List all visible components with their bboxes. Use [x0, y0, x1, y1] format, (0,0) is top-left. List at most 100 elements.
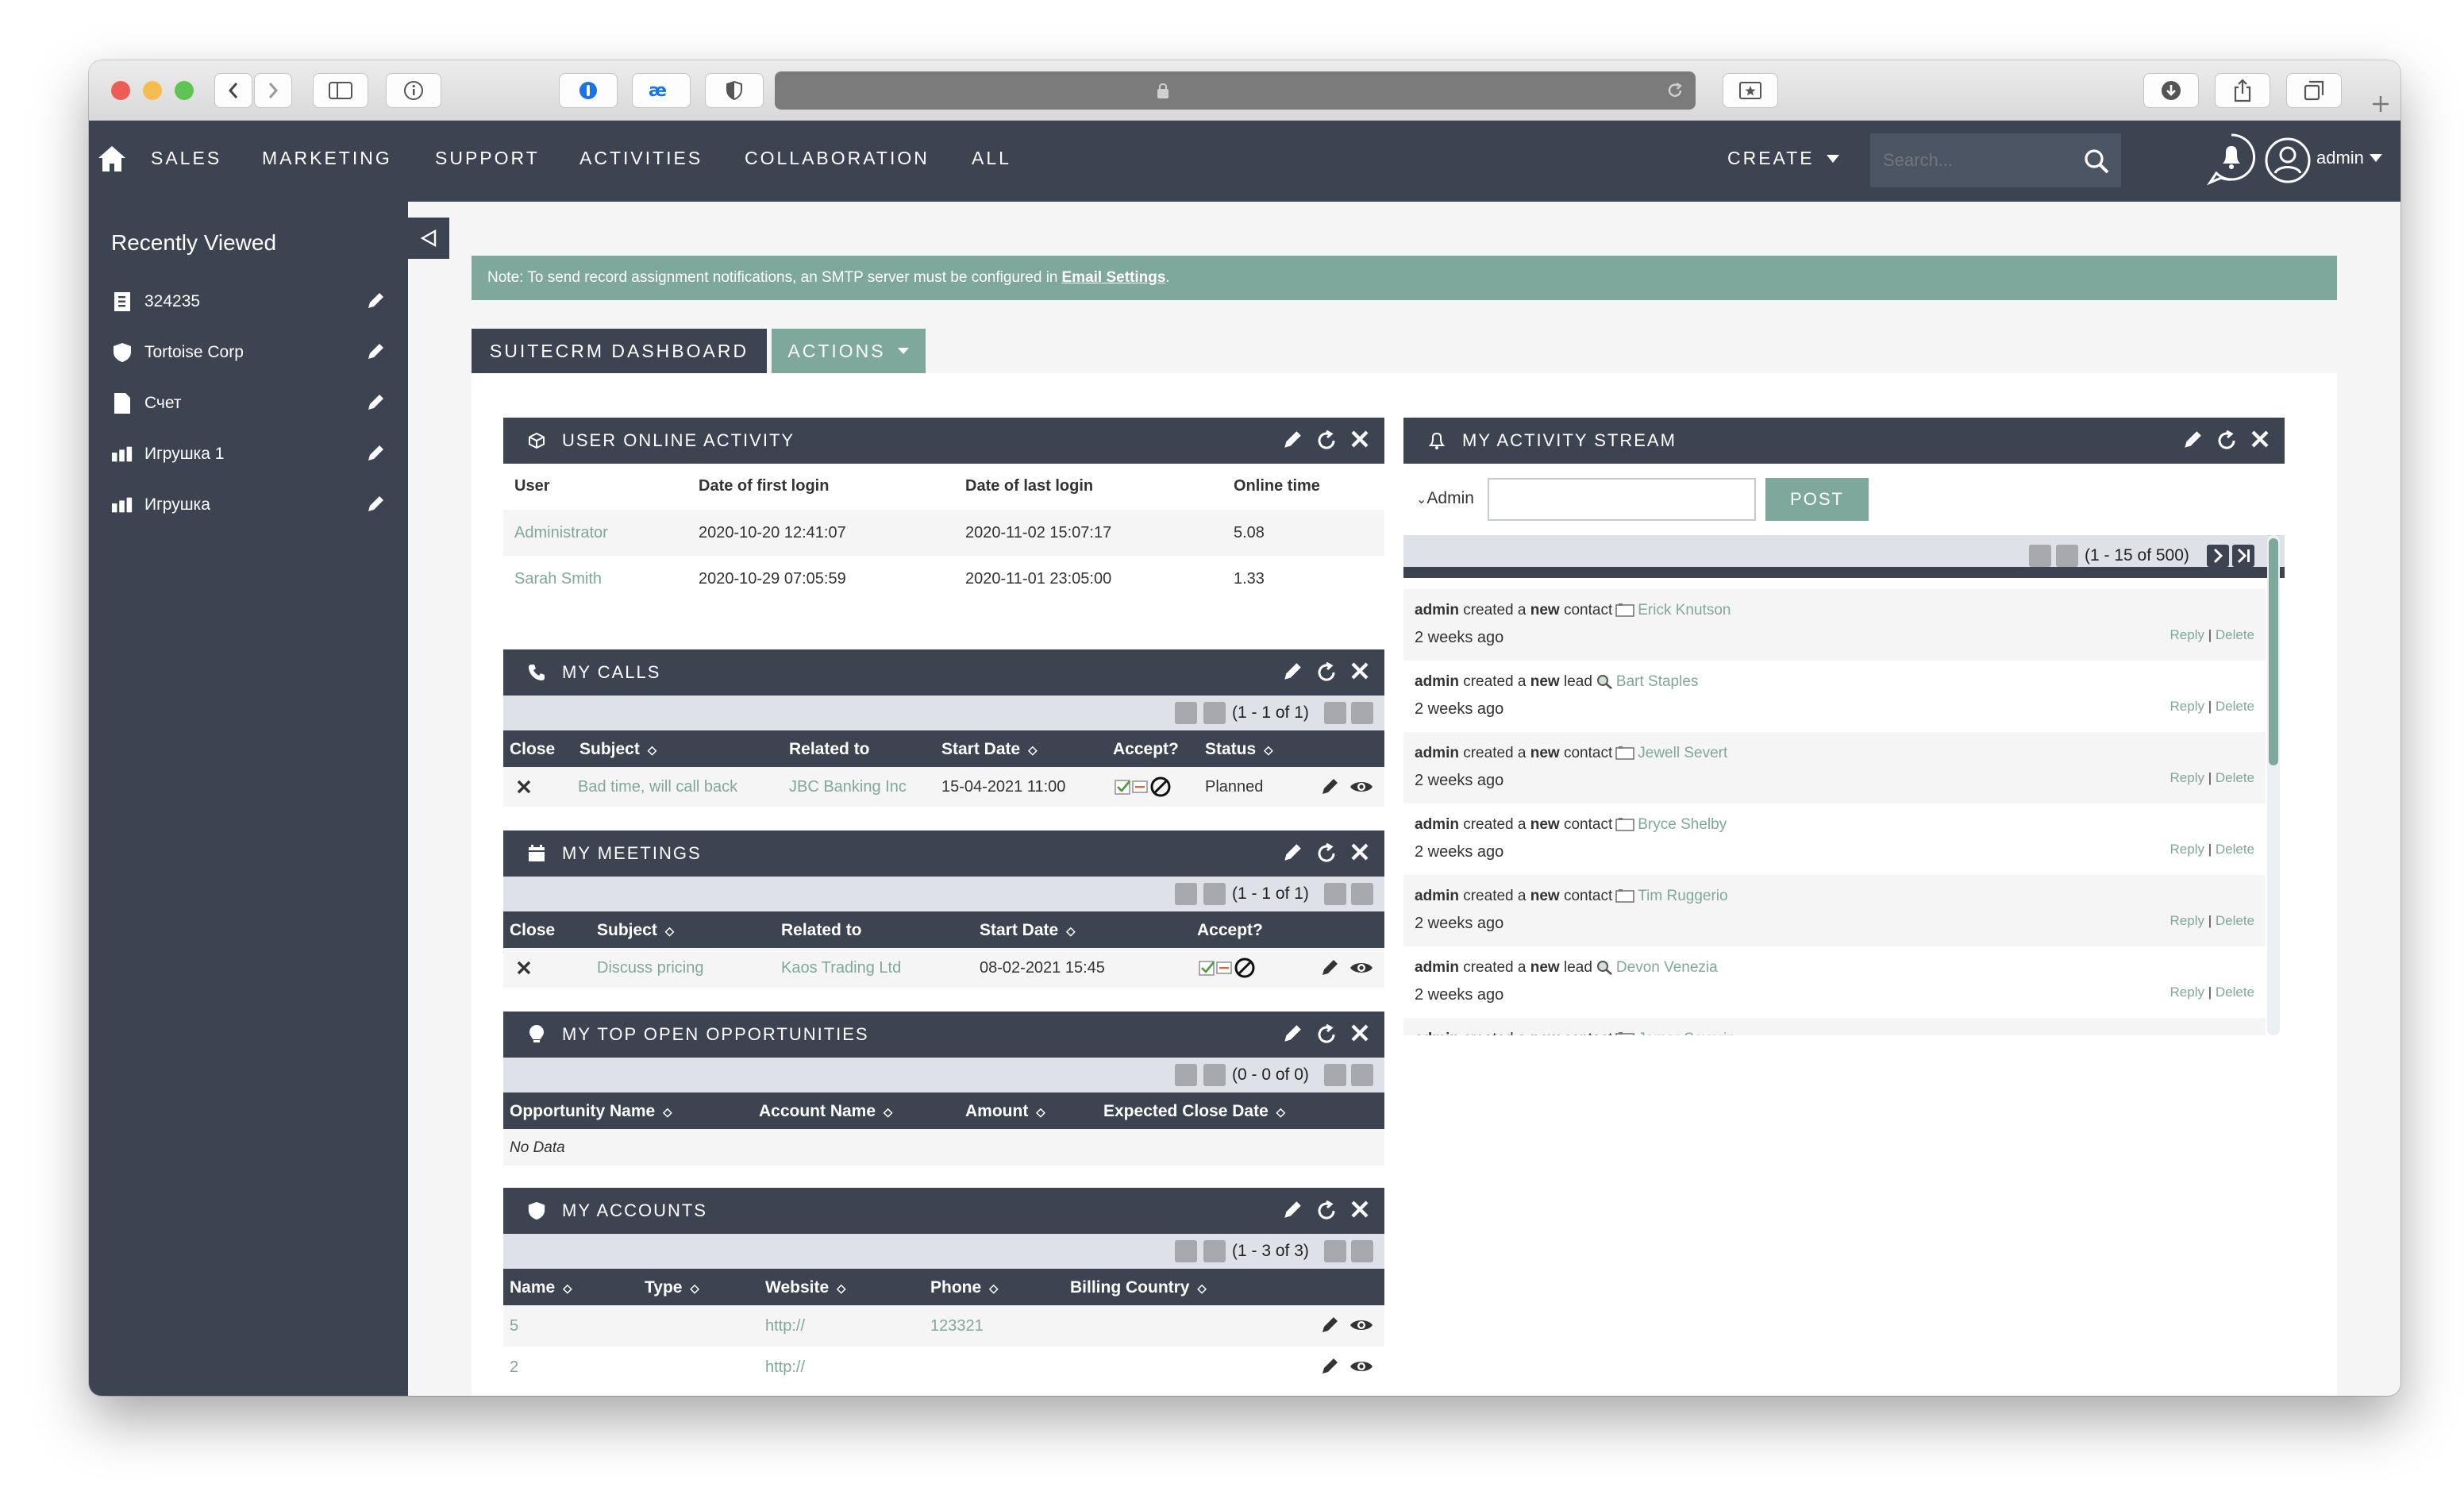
tab-actions[interactable]: ACTIONS — [772, 329, 926, 373]
sort-subject[interactable]: Subject ⬦ — [579, 740, 656, 759]
last-page-button[interactable] — [2232, 545, 2254, 567]
sort-amount[interactable]: Amount ⬦ — [965, 1102, 1045, 1121]
edit-pencil-icon[interactable] — [1281, 661, 1303, 683]
stream-target-link[interactable]: Erick Knutson — [1638, 602, 1731, 618]
decline-icon[interactable] — [1149, 776, 1172, 798]
view-eye-icon[interactable] — [1349, 1316, 1373, 1334]
sort-name[interactable]: Name ⬦ — [510, 1278, 572, 1297]
tabs-overview-button[interactable] — [2286, 73, 2342, 108]
edit-pencil-icon[interactable] — [365, 291, 386, 311]
close-icon[interactable] — [1349, 1023, 1370, 1043]
edit-pencil-icon[interactable] — [1319, 958, 1340, 978]
post-as-user[interactable]: ⌄Admin — [1416, 489, 1474, 508]
phone-link[interactable]: 123321 — [930, 1317, 984, 1335]
sort-start-date[interactable]: Start Date ⬦ — [980, 921, 1075, 940]
website-link[interactable]: http:// — [765, 1317, 805, 1335]
stream-target-link[interactable]: Tim Ruggerio — [1638, 888, 1727, 904]
related-to-link[interactable]: JBC Banking Inc — [789, 778, 907, 796]
delete-link[interactable]: Delete — [2216, 985, 2254, 1000]
stream-target-link[interactable]: Bart Staples — [1616, 673, 1699, 690]
search-input[interactable] — [1883, 150, 2081, 171]
accept-icon[interactable] — [1115, 778, 1132, 796]
edit-pencil-icon[interactable] — [365, 443, 386, 464]
sort-phone[interactable]: Phone ⬦ — [930, 1278, 998, 1297]
post-input[interactable] — [1488, 478, 1756, 521]
stream-target-link[interactable]: Devon Venezia — [1616, 959, 1718, 976]
close-icon[interactable] — [1349, 1199, 1370, 1220]
sort-account-name[interactable]: Account Name ⬦ — [759, 1102, 892, 1121]
reply-link[interactable]: Reply — [2170, 699, 2204, 714]
post-button[interactable]: POST — [1765, 478, 1869, 521]
user-menu[interactable]: admin — [2316, 148, 2383, 168]
notifications-icon[interactable] — [2205, 132, 2258, 189]
next-page-button[interactable] — [2207, 545, 2229, 567]
sort-subject[interactable]: Subject ⬦ — [597, 921, 674, 940]
last-page-button[interactable] — [1351, 883, 1373, 905]
refresh-icon[interactable] — [1315, 842, 1338, 865]
reply-link[interactable]: Reply — [2170, 913, 2204, 928]
address-bar[interactable] — [775, 71, 1696, 110]
user-link[interactable]: Administrator — [514, 524, 608, 542]
close-icon[interactable] — [2250, 429, 2270, 449]
tentative-icon[interactable] — [1132, 780, 1148, 794]
stream-target-link[interactable]: Jamar Severin — [1638, 1031, 1735, 1035]
next-page-button[interactable] — [1324, 1064, 1346, 1086]
collapse-sidebar-button[interactable] — [408, 218, 449, 259]
prev-page-button[interactable] — [1203, 1064, 1226, 1086]
nav-activities[interactable]: ACTIVITIES — [579, 148, 703, 169]
next-page-button[interactable] — [1324, 702, 1346, 724]
tab-suitecrm-dashboard[interactable]: SUITECRM DASHBOARD — [472, 329, 767, 373]
view-eye-icon[interactable] — [1349, 1358, 1373, 1375]
refresh-icon[interactable] — [1315, 1023, 1338, 1046]
user-link[interactable]: Sarah Smith — [514, 570, 602, 588]
sidebar-toggle-button[interactable] — [313, 73, 368, 108]
tentative-icon[interactable] — [1216, 961, 1232, 975]
sort-status[interactable]: Status ⬦ — [1205, 740, 1272, 759]
first-page-button[interactable] — [1175, 702, 1197, 724]
avatar-icon[interactable] — [2264, 137, 2312, 184]
nav-support[interactable]: SUPPORT — [435, 148, 540, 169]
last-page-button[interactable] — [1351, 702, 1373, 724]
delete-link[interactable]: Delete — [2216, 770, 2254, 785]
reply-link[interactable]: Reply — [2170, 770, 2204, 785]
stream-target-link[interactable]: Bryce Shelby — [1638, 816, 1727, 833]
close-icon[interactable] — [1349, 429, 1370, 449]
extension-translate-button[interactable]: æ — [632, 73, 691, 108]
reload-icon[interactable] — [1665, 81, 1684, 100]
decline-icon[interactable] — [1234, 957, 1256, 979]
account-name-link[interactable]: 2 — [510, 1358, 518, 1377]
delete-link[interactable]: Delete — [2216, 842, 2254, 857]
info-button[interactable] — [386, 73, 441, 108]
back-button[interactable] — [214, 73, 252, 108]
last-page-button[interactable] — [1351, 1064, 1373, 1086]
prev-page-button[interactable] — [1203, 702, 1226, 724]
stream-target-link[interactable]: Jewell Severt — [1638, 745, 1727, 761]
next-page-button[interactable] — [1324, 1240, 1346, 1262]
sidebar-item-324235[interactable]: 324235 — [111, 286, 386, 318]
sidebar-item-invoice[interactable]: Счет — [111, 387, 386, 419]
reader-button[interactable] — [1723, 73, 1778, 108]
nav-marketing[interactable]: MARKETING — [262, 148, 392, 169]
create-menu[interactable]: CREATE — [1727, 148, 1840, 169]
edit-pencil-icon[interactable] — [1281, 1023, 1303, 1045]
refresh-icon[interactable] — [2215, 429, 2239, 453]
prev-page-button[interactable] — [1203, 883, 1226, 905]
edit-pencil-icon[interactable] — [1319, 776, 1340, 797]
first-page-button[interactable] — [2029, 545, 2051, 567]
extension-1password-button[interactable] — [559, 73, 618, 108]
refresh-icon[interactable] — [1315, 661, 1338, 684]
nav-collaboration[interactable]: COLLABORATION — [745, 148, 930, 169]
delete-link[interactable]: Delete — [2216, 627, 2254, 642]
edit-pencil-icon[interactable] — [1281, 842, 1303, 864]
delete-link[interactable]: Delete — [2216, 699, 2254, 714]
accept-icon[interactable] — [1199, 959, 1216, 977]
forward-button[interactable] — [254, 73, 292, 108]
new-tab-button[interactable] — [2361, 87, 2400, 121]
related-to-link[interactable]: Kaos Trading Ltd — [781, 959, 901, 977]
refresh-icon[interactable] — [1315, 429, 1338, 453]
close-icon[interactable] — [1349, 661, 1370, 681]
first-page-button[interactable] — [1175, 1240, 1197, 1262]
search-icon[interactable] — [2083, 148, 2110, 175]
prev-page-button[interactable] — [2056, 545, 2078, 567]
sort-website[interactable]: Website ⬦ — [765, 1278, 845, 1297]
